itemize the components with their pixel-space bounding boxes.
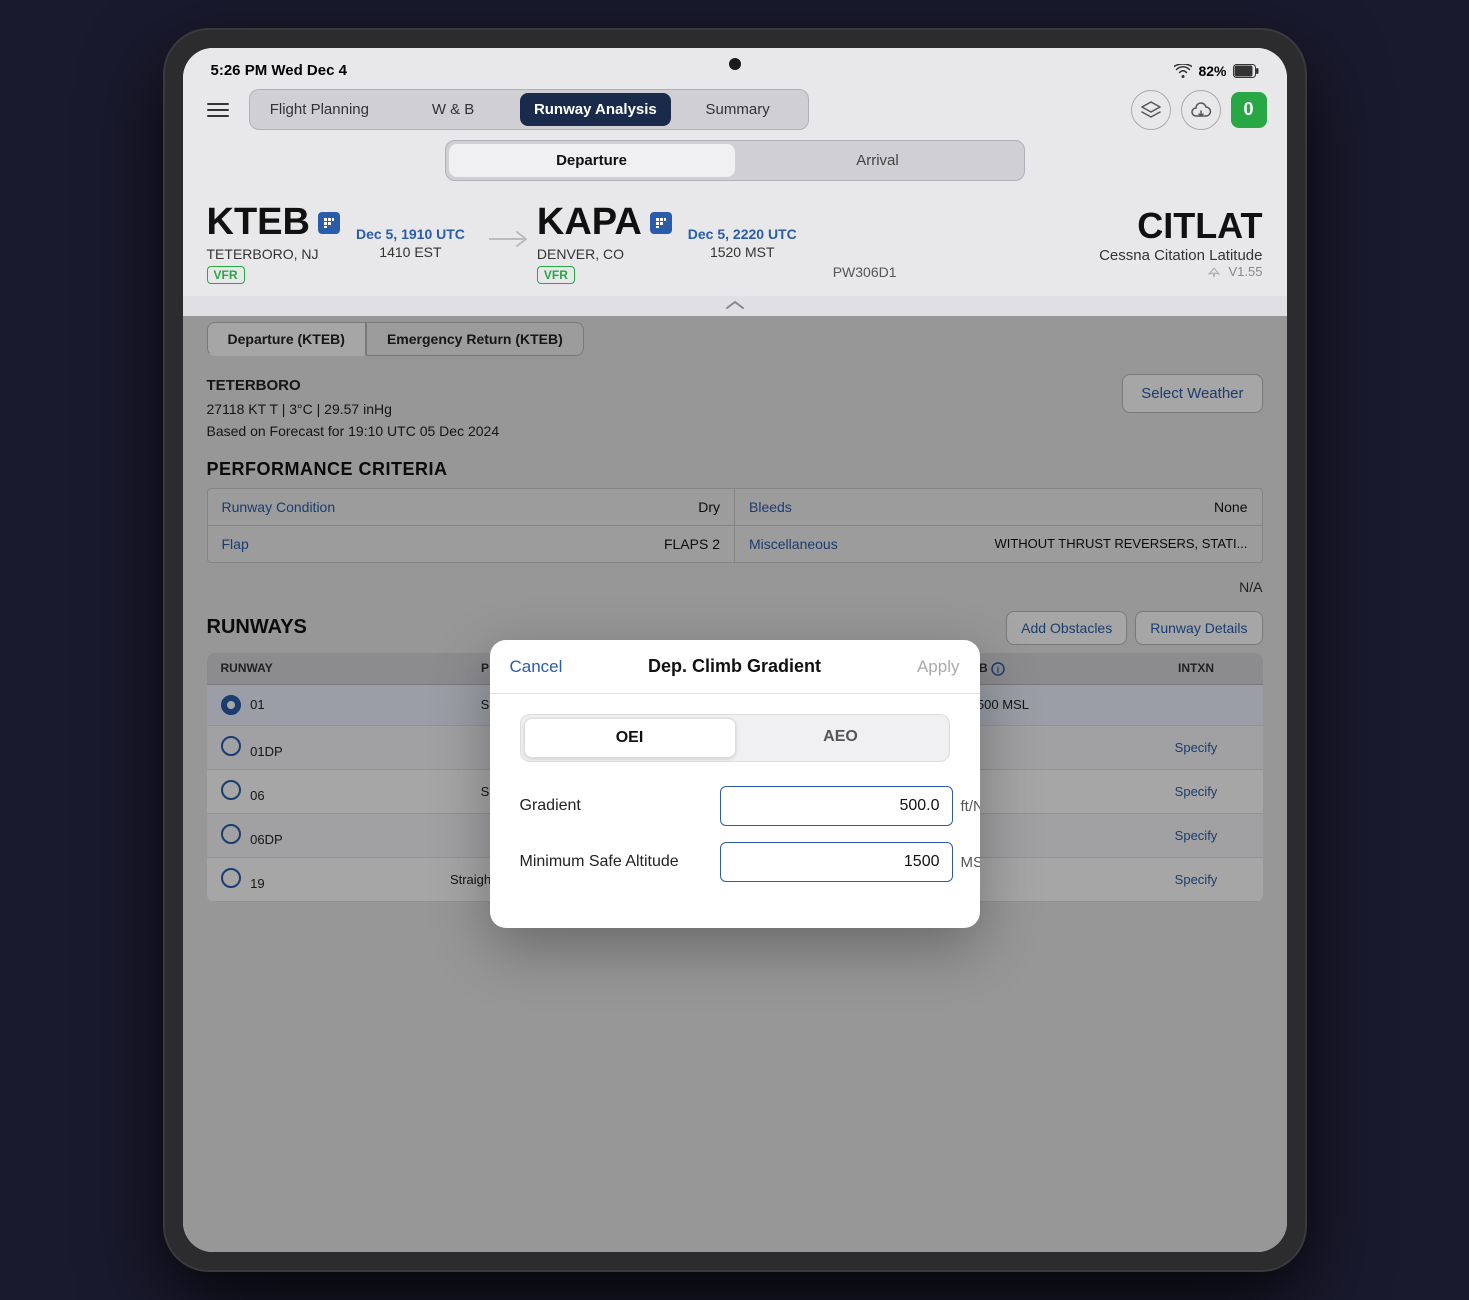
sub-tab-arrival[interactable]: Arrival [735,144,1021,177]
main-content[interactable]: Departure (KTEB) Emergency Return (KTEB)… [183,316,1287,1252]
status-time: 5:26 PM Wed Dec 4 [211,62,347,79]
status-right: 82% [1174,63,1258,79]
grid-icon-2 [655,217,667,229]
gradient-input-wrap: ft/NM [720,786,980,826]
dest-icon[interactable] [650,212,672,234]
ipad-frame: 5:26 PM Wed Dec 4 82% [165,30,1305,1270]
cloud-icon-btn[interactable] [1181,90,1221,130]
dest-vfr: VFR [537,266,575,284]
chevron-up-icon [723,300,747,312]
ipad-screen: 5:26 PM Wed Dec 4 82% [183,48,1287,1252]
dep-climb-modal: Cancel Dep. Climb Gradient Apply OEI AEO… [490,640,980,928]
aircraft-block: CITLAT Cessna Citation Latitude PW306D1 … [813,205,1263,280]
dest-date: Dec 5, 2220 UTC [688,226,797,242]
tab-summary[interactable]: Summary [671,93,805,126]
altitude-unit: MSL [961,854,980,871]
layers-icon-btn[interactable] [1131,90,1171,130]
plane-icon [1207,266,1221,280]
origin-code: KTEB [207,201,340,244]
altitude-row: Minimum Safe Altitude MSL [520,842,950,882]
toggle-group: OEI AEO [520,714,950,762]
layers-icon [1141,101,1161,119]
wifi-icon [1174,64,1192,78]
modal-cancel-button[interactable]: Cancel [510,657,580,677]
toggle-aeo[interactable]: AEO [736,718,946,758]
aircraft-name: CITLAT [833,205,1263,247]
main-tab-nav: Flight Planning W & B Runway Analysis Su… [249,89,809,130]
aircraft-model: Cessna Citation Latitude [833,247,1263,264]
altitude-input-wrap: MSL [720,842,980,882]
origin-time-block: Dec 5, 1910 UTC 1410 EST [356,226,465,260]
origin-block: KTEB TETERBORO, NJ VFR [207,201,340,284]
dest-name: DENVER, CO [537,246,672,262]
top-nav: Flight Planning W & B Runway Analysis Su… [183,83,1287,138]
tab-runway-analysis[interactable]: Runway Analysis [520,93,671,126]
tab-wb[interactable]: W & B [386,93,520,126]
dest-code: KAPA [537,201,672,244]
tab-flight-planning[interactable]: Flight Planning [253,93,387,126]
gradient-input[interactable] [720,786,953,826]
modal-header: Cancel Dep. Climb Gradient Apply [490,640,980,694]
origin-vfr: VFR [207,266,245,284]
origin-icon[interactable] [318,212,340,234]
dest-block: KAPA DENVER, CO VFR [537,201,672,284]
origin-date: Dec 5, 1910 UTC [356,226,465,242]
battery-icon [1233,64,1259,78]
modal-apply-button[interactable]: Apply [890,657,960,677]
gradient-unit: ft/NM [961,798,980,815]
sub-tab-departure[interactable]: Departure [449,144,735,177]
grid-icon [323,217,335,229]
hamburger-menu[interactable] [203,99,233,121]
nav-icons: 0 [1131,90,1267,130]
gradient-label: Gradient [520,797,720,815]
aircraft-engine: PW306D1 [833,264,897,280]
battery-percent: 82% [1198,63,1226,79]
altitude-label: Minimum Safe Altitude [520,853,720,871]
origin-name: TETERBORO, NJ [207,246,340,262]
modal-overlay[interactable]: Cancel Dep. Climb Gradient Apply OEI AEO… [183,316,1287,1252]
dest-time: 1520 MST [688,244,797,260]
gradient-row: Gradient ft/NM [520,786,950,826]
flight-arrow [489,227,529,258]
dest-time-block: Dec 5, 2220 UTC 1520 MST [688,226,797,260]
toggle-oei[interactable]: OEI [524,718,736,758]
altitude-input[interactable] [720,842,953,882]
departure-arrival-nav: Departure Arrival [445,140,1025,181]
flight-info: KTEB TETERBORO, NJ VFR [183,189,1287,296]
section-divider [183,296,1287,316]
camera-notch [729,58,741,70]
origin-time: 1410 EST [356,244,465,260]
cloud-icon [1190,102,1212,118]
modal-title: Dep. Climb Gradient [580,656,890,677]
modal-body: OEI AEO Gradient ft/NM [490,694,980,928]
arrow-right-icon [489,227,529,251]
aircraft-version: V1.55 [1207,264,1263,280]
nav-badge[interactable]: 0 [1231,92,1267,128]
